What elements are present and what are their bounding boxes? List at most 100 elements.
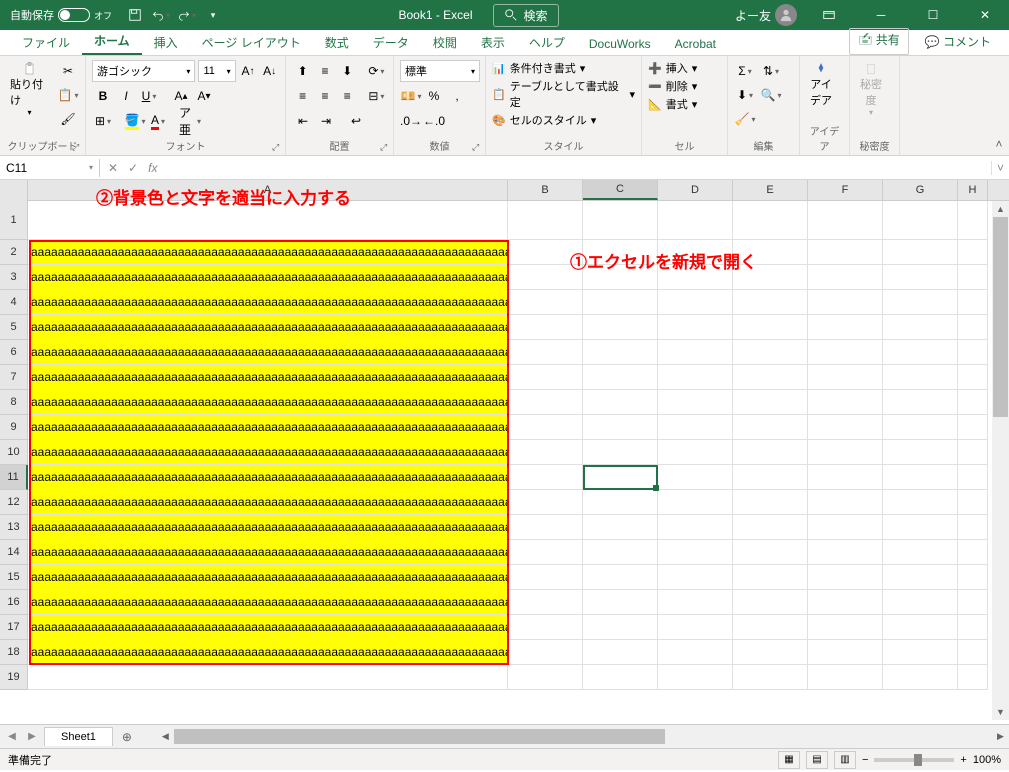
cell-H4[interactable] [958, 290, 988, 315]
row-header-10[interactable]: 10 [0, 440, 28, 465]
cell-G16[interactable] [883, 590, 958, 615]
decrease-font-alt[interactable]: A▾ [193, 85, 215, 107]
comma-icon[interactable]: , [446, 85, 468, 107]
cell-A12[interactable] [28, 490, 508, 515]
font-color-button[interactable]: A [147, 110, 169, 132]
border-button[interactable]: ⊞ [92, 110, 114, 132]
tab-view[interactable]: 表示 [469, 30, 517, 55]
cell-C12[interactable] [583, 490, 658, 515]
zoom-slider[interactable] [874, 758, 954, 762]
row-header-2[interactable]: 2 [0, 240, 28, 265]
enter-formula-icon[interactable]: ✓ [128, 161, 138, 175]
align-top-icon[interactable]: ⬆ [292, 60, 313, 82]
align-center-icon[interactable]: ≡ [314, 85, 335, 107]
vertical-scroll-thumb[interactable] [993, 217, 1008, 417]
cell-D16[interactable] [658, 590, 733, 615]
cell-E14[interactable] [733, 540, 808, 565]
cell-A18[interactable] [28, 640, 508, 665]
cell-B12[interactable] [508, 490, 583, 515]
cell-B19[interactable] [508, 665, 583, 690]
cell-A8[interactable] [28, 390, 508, 415]
cell-D11[interactable] [658, 465, 733, 490]
format-as-table-button[interactable]: 📋 テーブルとして書式設定 ▾ [492, 78, 635, 110]
cell-H18[interactable] [958, 640, 988, 665]
zoom-out-button[interactable]: − [862, 754, 868, 766]
cell-G6[interactable] [883, 340, 958, 365]
bold-button[interactable]: B [92, 85, 114, 107]
cell-F18[interactable] [808, 640, 883, 665]
cell-C18[interactable] [583, 640, 658, 665]
cell-H5[interactable] [958, 315, 988, 340]
phonetic-button[interactable]: ア亜 [179, 110, 201, 132]
cell-H9[interactable] [958, 415, 988, 440]
cell-B8[interactable] [508, 390, 583, 415]
cell-A13[interactable] [28, 515, 508, 540]
row-header-6[interactable]: 6 [0, 340, 28, 365]
zoom-in-button[interactable]: + [960, 754, 966, 766]
cell-D8[interactable] [658, 390, 733, 415]
cell-D1[interactable] [658, 200, 733, 240]
cell-D17[interactable] [658, 615, 733, 640]
row-header-15[interactable]: 15 [0, 565, 28, 590]
cell-F5[interactable] [808, 315, 883, 340]
sheet-nav-next[interactable]: ▶ [24, 729, 40, 745]
find-select-button[interactable]: 🔍 [760, 84, 782, 106]
merge-button[interactable]: ⊟ [366, 85, 387, 107]
cell-A11[interactable] [28, 465, 508, 490]
cell-A7[interactable] [28, 365, 508, 390]
cell-E4[interactable] [733, 290, 808, 315]
cell-A9[interactable] [28, 415, 508, 440]
cell-E15[interactable] [733, 565, 808, 590]
alignment-dialog-launcher[interactable]: ⤢ [380, 142, 390, 152]
cell-B16[interactable] [508, 590, 583, 615]
select-all-corner[interactable] [0, 180, 28, 200]
cell-A6[interactable] [28, 340, 508, 365]
cell-A3[interactable] [28, 265, 508, 290]
tab-acrobat[interactable]: Acrobat [663, 33, 728, 55]
cell-D19[interactable] [658, 665, 733, 690]
cell-A4[interactable] [28, 290, 508, 315]
font-name-select[interactable]: 游ゴシック▾ [92, 60, 195, 82]
conditional-formatting-button[interactable]: 📊 条件付き書式 ▾ [492, 60, 635, 76]
cell-E6[interactable] [733, 340, 808, 365]
copy-button[interactable]: 📋 [57, 84, 79, 106]
cell-D15[interactable] [658, 565, 733, 590]
cell-C15[interactable] [583, 565, 658, 590]
cell-G12[interactable] [883, 490, 958, 515]
cell-C16[interactable] [583, 590, 658, 615]
cell-G1[interactable] [883, 200, 958, 240]
cell-B4[interactable] [508, 290, 583, 315]
cell-E18[interactable] [733, 640, 808, 665]
tab-insert[interactable]: 挿入 [142, 30, 190, 55]
scroll-up-icon[interactable]: ▲ [992, 200, 1009, 217]
cell-G4[interactable] [883, 290, 958, 315]
cell-E13[interactable] [733, 515, 808, 540]
row-header-17[interactable]: 17 [0, 615, 28, 640]
expand-formula-bar[interactable]: ˅ [991, 161, 1009, 175]
cell-E19[interactable] [733, 665, 808, 690]
cell-G13[interactable] [883, 515, 958, 540]
format-cells-button[interactable]: 📐 書式 ▾ [648, 96, 721, 112]
cell-F17[interactable] [808, 615, 883, 640]
cell-C4[interactable] [583, 290, 658, 315]
column-header-F[interactable]: F [808, 180, 883, 200]
cell-A19[interactable] [28, 665, 508, 690]
normal-view-icon[interactable]: ▦ [778, 751, 800, 769]
cell-F7[interactable] [808, 365, 883, 390]
cell-C9[interactable] [583, 415, 658, 440]
column-header-H[interactable]: H [958, 180, 988, 200]
cell-F16[interactable] [808, 590, 883, 615]
cell-H10[interactable] [958, 440, 988, 465]
row-header-9[interactable]: 9 [0, 415, 28, 440]
row-header-14[interactable]: 14 [0, 540, 28, 565]
cell-B15[interactable] [508, 565, 583, 590]
cell-B6[interactable] [508, 340, 583, 365]
cell-C1[interactable] [583, 200, 658, 240]
column-header-C[interactable]: C [583, 180, 658, 200]
tab-page-layout[interactable]: ページ レイアウト [190, 30, 313, 55]
scroll-right-icon[interactable]: ▶ [992, 728, 1009, 745]
cell-C7[interactable] [583, 365, 658, 390]
orientation-icon[interactable]: ⟳ [366, 60, 387, 82]
cell-E12[interactable] [733, 490, 808, 515]
cell-H14[interactable] [958, 540, 988, 565]
